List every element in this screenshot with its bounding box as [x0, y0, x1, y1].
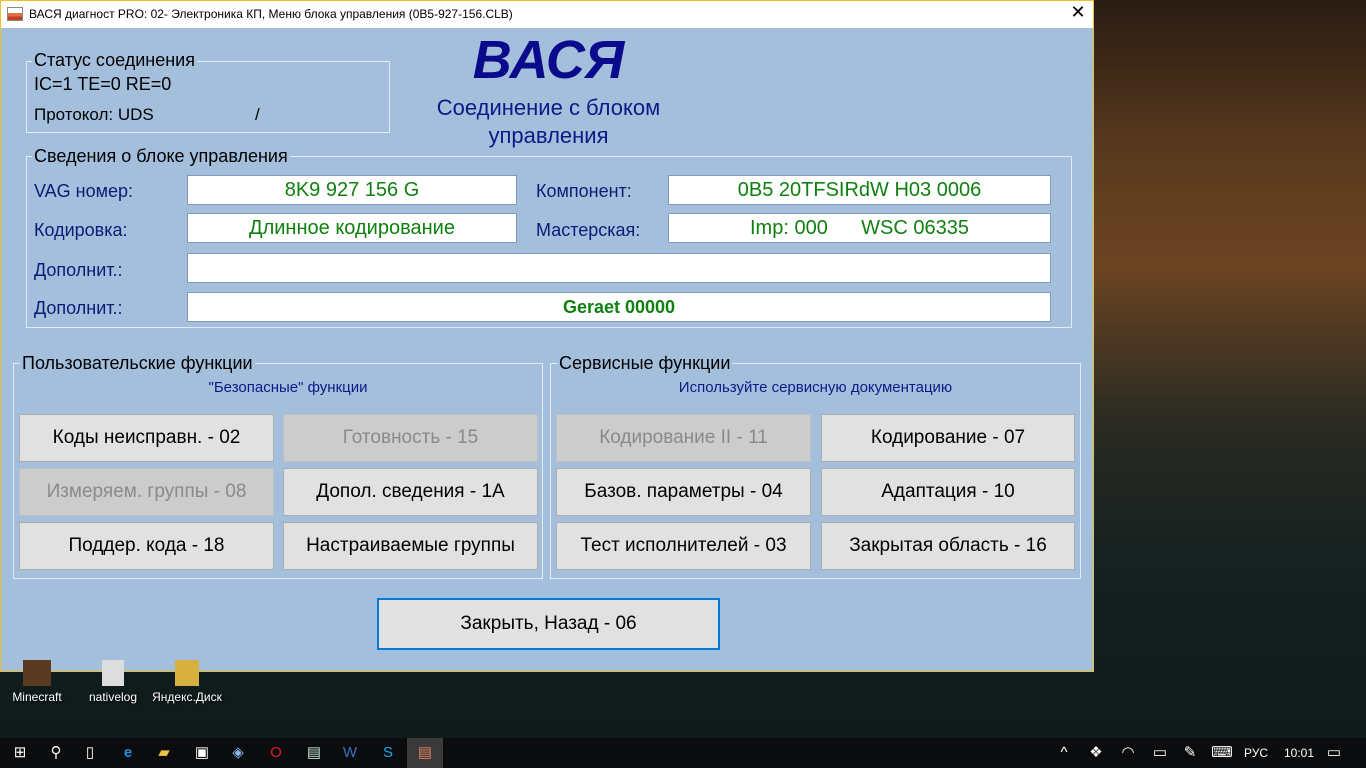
coding-ii-button[interactable]: Кодирование II - 11 — [556, 414, 811, 462]
custom-groups-button[interactable]: Настраиваемые группы — [283, 522, 538, 570]
search-icon[interactable]: ⚲ — [38, 738, 74, 768]
minecraft-icon — [23, 660, 51, 686]
connection-subtitle-2: управления — [488, 123, 609, 148]
desktop-icon-nativelog[interactable]: nativelog — [78, 660, 148, 704]
title-bar: ВАСЯ диагност PRO: 02- Электроника КП, М… — [1, 1, 1093, 28]
close-back-button[interactable]: Закрыть, Назад - 06 — [377, 598, 720, 650]
clock[interactable]: 10:01 — [1284, 746, 1314, 760]
extra2-field[interactable]: Geraet 00000 — [187, 292, 1051, 322]
readiness-button[interactable]: Готовность - 15 — [283, 414, 538, 462]
store-icon[interactable]: ▣ — [184, 738, 220, 768]
ecu-info-legend: Сведения о блоке управления — [32, 146, 290, 167]
status-legend: Статус соединения — [32, 50, 197, 71]
extra1-label: Дополнит.: — [34, 260, 123, 280]
connection-subtitle-1: Соединение с блоком — [436, 95, 661, 120]
notifications-icon[interactable]: ▭ — [1316, 738, 1352, 768]
protocol-text: Протокол: UDS — [34, 105, 154, 124]
vag-label: VAG номер: — [34, 181, 134, 201]
notepad-icon[interactable]: ▤ — [296, 738, 332, 768]
output-test-button[interactable]: Тест исполнителей - 03 — [556, 522, 811, 570]
service-functions-legend: Сервисные функции — [557, 353, 733, 374]
opera-icon[interactable]: O — [258, 738, 294, 768]
language-indicator[interactable]: РУС — [1244, 746, 1268, 760]
coding-label: Кодировка: — [34, 220, 128, 240]
adaptation-button[interactable]: Адаптация - 10 — [821, 468, 1075, 516]
user-functions-legend: Пользовательские функции — [20, 353, 255, 374]
user-functions-subtitle: "Безопасные" функции — [208, 379, 368, 396]
component-label: Компонент: — [536, 181, 632, 201]
start-icon[interactable]: ⊞ — [2, 738, 38, 768]
folder-icon — [175, 660, 199, 686]
desktop-icon-label: Minecraft — [12, 690, 62, 704]
basic-settings-button[interactable]: Базов. параметры - 04 — [556, 468, 811, 516]
component-field[interactable]: 0B5 20TFSIRdW H03 0006 — [668, 175, 1051, 205]
desktop-icon-label: nativelog — [88, 690, 138, 704]
extra1-field[interactable] — [187, 253, 1051, 283]
pen-icon[interactable]: ✎ — [1172, 738, 1208, 768]
protocol-slash: / — [255, 105, 260, 124]
security-access-button[interactable]: Закрытая область - 16 — [821, 522, 1075, 570]
extra-info-button[interactable]: Допол. сведения - 1A — [283, 468, 538, 516]
media-icon[interactable]: ◈ — [220, 738, 256, 768]
fault-codes-button[interactable]: Коды неисправн. - 02 — [19, 414, 274, 462]
desktop-icon-yandex-disk[interactable]: Яндекс.Диск — [152, 660, 222, 704]
wifi-icon[interactable]: ◠ — [1110, 738, 1146, 768]
desktop-icon-label: Яндекс.Диск — [152, 690, 222, 704]
explorer-icon[interactable]: ▰ — [146, 738, 182, 768]
status-line: IC=1 TE=0 RE=0 — [34, 74, 172, 94]
vag-number-field[interactable]: 8K9 927 156 G — [187, 175, 517, 205]
coding-field[interactable]: Длинное кодирование — [187, 213, 517, 243]
measuring-groups-button[interactable]: Измеряем. группы - 08 — [19, 468, 274, 516]
taskbar: ⊞ ⚲ ▯ e ▰ ▣ ◈ O ▤ W S ▤ ^ ❖ ◠ ▭ ✎ ⌨ РУС … — [0, 738, 1366, 768]
app-icon — [7, 7, 23, 21]
desktop-icon-minecraft[interactable]: Minecraft — [2, 660, 72, 704]
coding-button[interactable]: Кодирование - 07 — [821, 414, 1075, 462]
workshop-label: Мастерская: — [536, 220, 641, 240]
word-icon[interactable]: W — [332, 738, 368, 768]
logo: ВАСЯ — [472, 30, 625, 90]
task-view-icon[interactable]: ▯ — [72, 738, 108, 768]
tray-chevron-icon[interactable]: ^ — [1046, 738, 1082, 768]
dropbox-icon[interactable]: ❖ — [1078, 738, 1114, 768]
edge-icon[interactable]: e — [110, 738, 146, 768]
service-functions-subtitle: Используйте сервисную документацию — [678, 379, 953, 396]
workshop-field[interactable]: Imp: 000 WSC 06335 — [668, 213, 1051, 243]
code-support-button[interactable]: Поддер. кода - 18 — [19, 522, 274, 570]
extra2-label: Дополнит.: — [34, 298, 123, 318]
close-window-button[interactable]: ✕ — [1065, 2, 1091, 26]
skype-icon[interactable]: S — [370, 738, 406, 768]
app-window: ВАСЯ диагност PRO: 02- Электроника КП, М… — [0, 0, 1094, 672]
window-title: ВАСЯ диагност PRO: 02- Электроника КП, М… — [29, 7, 513, 21]
file-icon — [102, 660, 124, 686]
vasya-taskbar-icon[interactable]: ▤ — [407, 738, 443, 768]
keyboard-icon[interactable]: ⌨ — [1204, 738, 1240, 768]
